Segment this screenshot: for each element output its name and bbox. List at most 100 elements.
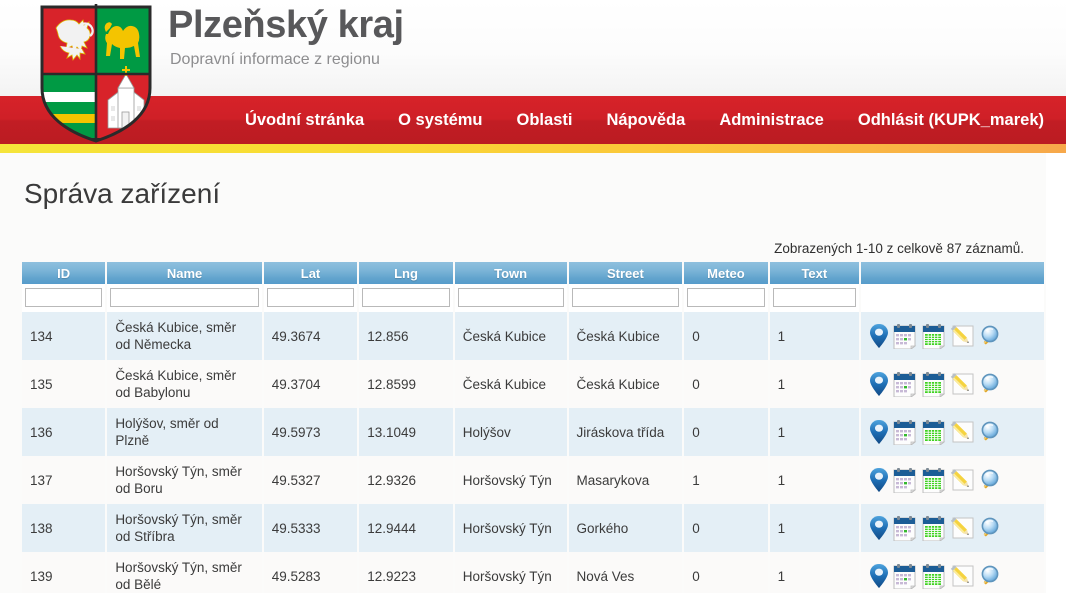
magnifier-detail-icon[interactable] (979, 419, 1005, 445)
cell-text: 1 (769, 312, 860, 360)
cell-lat: 49.5973 (263, 408, 358, 456)
magnifier-detail-icon[interactable] (979, 323, 1005, 349)
cell-name: Horšovský Týn, směr od Boru (107, 456, 262, 504)
calendar-grid-icon[interactable] (921, 419, 947, 445)
cell-lng: 12.856 (359, 312, 453, 360)
cell-actions (861, 360, 1044, 408)
row-action-group (869, 323, 1038, 349)
edit-pencil-icon[interactable] (950, 419, 976, 445)
filter-input-lat[interactable] (266, 288, 355, 307)
cell-town: Horšovský Týn (454, 552, 567, 593)
map-marker-icon[interactable] (869, 467, 889, 493)
nav-item-administrace[interactable]: Administrace (719, 110, 824, 130)
map-marker-icon[interactable] (869, 419, 889, 445)
map-marker-icon[interactable] (869, 515, 889, 541)
map-marker-icon[interactable] (869, 371, 889, 397)
filter-cell-id (22, 284, 106, 312)
column-header-lat[interactable]: Lat (263, 262, 358, 284)
cell-name: Česká Kubice, směr od Babylonu (107, 360, 262, 408)
edit-pencil-icon[interactable] (950, 371, 976, 397)
filter-input-street[interactable] (571, 288, 680, 307)
cell-id: 136 (22, 408, 106, 456)
calendar-day-icon[interactable] (892, 563, 918, 589)
main-navigation: Úvodní stránka O systému Oblasti Nápověd… (0, 96, 1066, 144)
nav-item-odhlasit[interactable]: Odhlásit (KUPK_marek) (858, 110, 1044, 130)
filter-input-id[interactable] (25, 288, 103, 307)
table-row: 135 Česká Kubice, směr od Babylonu 49.3704… (22, 360, 1044, 408)
filter-input-town[interactable] (457, 288, 564, 307)
magnifier-detail-icon[interactable] (979, 515, 1005, 541)
site-header: Plzeňský kraj Dopravní informace z regio… (0, 0, 1066, 143)
calendar-grid-icon[interactable] (921, 323, 947, 349)
cell-town: Česká Kubice (454, 312, 567, 360)
edit-pencil-icon[interactable] (950, 563, 976, 589)
cell-lat: 49.5333 (263, 504, 358, 552)
cell-id: 135 (22, 360, 106, 408)
calendar-day-icon[interactable] (892, 371, 918, 397)
cell-lat: 49.5327 (263, 456, 358, 504)
filter-input-lng[interactable] (362, 288, 450, 307)
table-row: 139 Horšovský Týn, směr od Bělé 49.5283 12.… (22, 552, 1044, 593)
cell-lat: 49.3704 (263, 360, 358, 408)
map-marker-icon[interactable] (869, 323, 889, 349)
filter-input-meteo[interactable] (687, 288, 765, 307)
table-body: 134 Česká Kubice, směr od Německa 49.3674 1… (22, 284, 1044, 593)
edit-pencil-icon[interactable] (950, 467, 976, 493)
nav-item-oblasti[interactable]: Oblasti (517, 110, 573, 130)
magnifier-detail-icon[interactable] (979, 371, 1005, 397)
brand-subtitle: Dopravní informace z regionu (170, 51, 380, 68)
calendar-grid-icon[interactable] (921, 515, 947, 541)
brand-block: Plzeňský kraj Dopravní informace z regio… (168, 2, 404, 70)
cell-text: 1 (769, 408, 860, 456)
devices-table: ID Name Lat Lng Town Street Meteo Text 1… (20, 262, 1046, 593)
cell-text: 1 (769, 504, 860, 552)
column-header-id[interactable]: ID (22, 262, 106, 284)
cell-id: 137 (22, 456, 106, 504)
cell-town: Holýšov (454, 408, 567, 456)
column-header-town[interactable]: Town (454, 262, 567, 284)
magnifier-detail-icon[interactable] (979, 563, 1005, 589)
calendar-grid-icon[interactable] (921, 467, 947, 493)
cell-actions (861, 408, 1044, 456)
cell-street: Jiráskova třída (568, 408, 683, 456)
cell-meteo: 0 (684, 312, 768, 360)
edit-pencil-icon[interactable] (950, 323, 976, 349)
cell-lng: 12.9444 (359, 504, 453, 552)
nav-item-o-systemu[interactable]: O systému (398, 110, 482, 130)
column-header-name[interactable]: Name (107, 262, 262, 284)
column-header-text[interactable]: Text (769, 262, 860, 284)
page-title: Správa zařízení (24, 178, 221, 209)
column-header-street[interactable]: Street (568, 262, 683, 284)
filter-input-name[interactable] (110, 288, 259, 307)
brand-title: Plzeňský kraj (168, 4, 404, 46)
calendar-day-icon[interactable] (892, 419, 918, 445)
table-row: 136 Holýšov, směr od Plzně 49.5973 13.1049 H… (22, 408, 1044, 456)
calendar-day-icon[interactable] (892, 323, 918, 349)
column-header-meteo[interactable]: Meteo (684, 262, 768, 284)
edit-pencil-icon[interactable] (950, 515, 976, 541)
cell-actions (861, 552, 1044, 593)
accent-strip (0, 144, 1066, 153)
row-action-group (869, 467, 1038, 493)
map-marker-icon[interactable] (869, 563, 889, 589)
filter-cell-meteo (684, 284, 768, 312)
magnifier-detail-icon[interactable] (979, 467, 1005, 493)
cell-id: 134 (22, 312, 106, 360)
table-row: 137 Horšovský Týn, směr od Boru 49.5327 12.… (22, 456, 1044, 504)
row-action-group (869, 371, 1038, 397)
column-header-lng[interactable]: Lng (359, 262, 453, 284)
calendar-day-icon[interactable] (892, 467, 918, 493)
filter-input-text[interactable] (772, 288, 857, 307)
nav-item-uvodni-stranka[interactable]: Úvodní stránka (245, 110, 364, 130)
filter-cell-lng (359, 284, 453, 312)
row-action-group (869, 419, 1038, 445)
filter-cell-lat (263, 284, 358, 312)
nav-item-napoveda[interactable]: Nápověda (606, 110, 685, 130)
record-count-info: Zobrazených 1-10 z celkově 87 záznamů. (774, 241, 1024, 256)
calendar-grid-icon[interactable] (921, 563, 947, 589)
cell-lng: 12.9223 (359, 552, 453, 593)
table-row: 138 Horšovský Týn, směr od Stříbra 49.5333… (22, 504, 1044, 552)
calendar-day-icon[interactable] (892, 515, 918, 541)
table-row: 134 Česká Kubice, směr od Německa 49.3674 1… (22, 312, 1044, 360)
calendar-grid-icon[interactable] (921, 371, 947, 397)
